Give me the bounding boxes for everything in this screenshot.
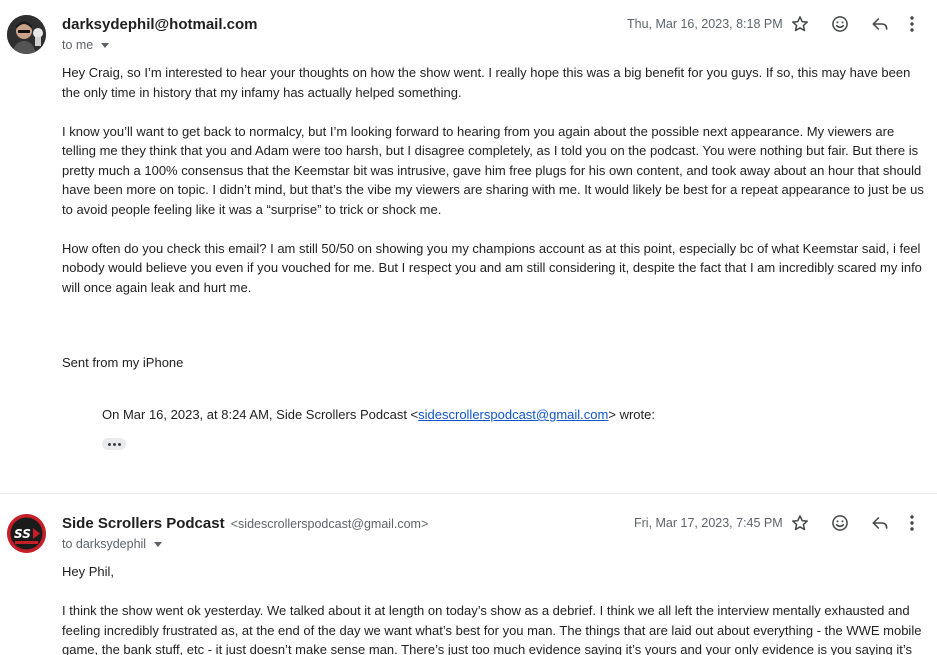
- show-trimmed-content-button[interactable]: [102, 438, 126, 450]
- message-body: Hey Phil, I think the show went ok yeste…: [62, 562, 928, 655]
- quoted-header: On Mar 16, 2023, at 8:24 AM, Side Scroll…: [102, 407, 655, 422]
- sender-name-text: darksydephil@hotmail.com: [62, 16, 258, 33]
- message-date: Fri, Mar 17, 2023, 7:45 PM: [634, 516, 783, 530]
- ellipsis-icon: [107, 442, 111, 446]
- reply-icon: [872, 18, 888, 30]
- star-button[interactable]: [782, 11, 818, 37]
- recipient-details-toggle[interactable]: to me: [62, 38, 110, 52]
- more-options-button[interactable]: [902, 510, 922, 536]
- more-options-button[interactable]: [902, 11, 922, 37]
- quote-prefix: On Mar 16, 2023, at 8:24 AM, Side Scroll…: [102, 407, 419, 422]
- star-button[interactable]: [782, 510, 818, 536]
- body-paragraph: How often do you check this email? I am …: [62, 240, 922, 295]
- sender-avatar[interactable]: [7, 15, 46, 54]
- chevron-down-icon: [154, 542, 163, 547]
- reply-button[interactable]: [862, 510, 898, 536]
- quote-suffix: > wrote:: [608, 407, 655, 422]
- signature: Sent from my iPhone: [62, 355, 184, 370]
- reply-icon: [872, 517, 888, 529]
- svg-text:SS: SS: [14, 527, 31, 541]
- body-paragraph: I know you’ll want to get back to normal…: [62, 123, 924, 217]
- message-actions: [782, 11, 926, 37]
- more-vertical-icon: [910, 16, 914, 32]
- sender-email: <sidescrollerspodcast@gmail.com>: [230, 517, 429, 531]
- sender-name: Side Scrollers Podcast <sidescrollerspod…: [62, 515, 428, 532]
- body-paragraph: Hey Craig, so I’m interested to hear you…: [62, 65, 911, 100]
- emoji-reaction-button[interactable]: [822, 11, 858, 37]
- emoji-reaction-icon: [832, 515, 848, 531]
- more-vertical-icon: [910, 515, 914, 531]
- star-icon: [792, 16, 808, 32]
- email-message-1: darksydephil@hotmail.com to me Thu, Mar …: [0, 0, 937, 493]
- recipient-label: to darksydephil: [62, 537, 147, 551]
- emoji-reaction-icon: [832, 16, 848, 32]
- message-date: Thu, Mar 16, 2023, 8:18 PM: [627, 17, 783, 31]
- body-paragraph: Hey Phil,: [62, 564, 115, 579]
- email-message-2: SS Side Scrollers Podcast <sidescrollers…: [0, 494, 937, 655]
- body-paragraph: I think the show went ok yesterday. We t…: [62, 603, 922, 655]
- recipient-details-toggle[interactable]: to darksydephil: [62, 537, 163, 551]
- recipient-label: to me: [62, 38, 94, 52]
- reply-button[interactable]: [862, 11, 898, 37]
- chevron-down-icon: [101, 43, 110, 48]
- message-body: Hey Craig, so I’m interested to hear you…: [62, 63, 928, 317]
- sender-avatar[interactable]: SS: [7, 514, 46, 553]
- quoted-email-link[interactable]: sidescrollerspodcast@gmail.com: [418, 407, 608, 422]
- sender-name-text: Side Scrollers Podcast: [62, 515, 225, 532]
- star-icon: [792, 515, 808, 531]
- sender-name: darksydephil@hotmail.com: [62, 16, 258, 33]
- message-actions: [782, 510, 926, 536]
- emoji-reaction-button[interactable]: [822, 510, 858, 536]
